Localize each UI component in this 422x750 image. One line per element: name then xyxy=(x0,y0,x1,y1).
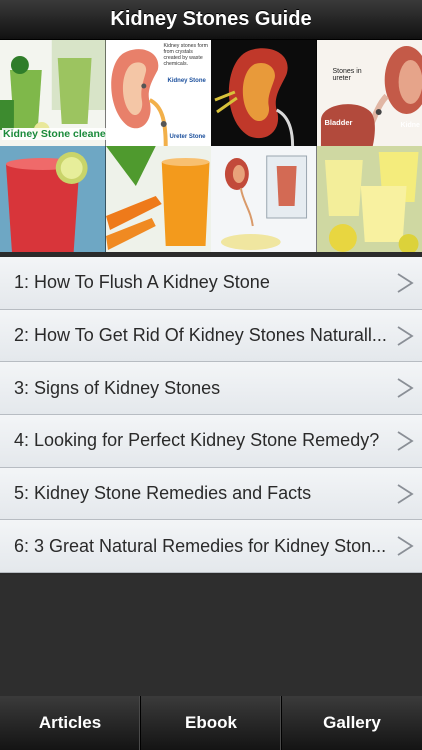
carrot-juice-image[interactable] xyxy=(105,146,211,252)
article-title: 3: Signs of Kidney Stones xyxy=(14,377,221,398)
article-title: 2: How To Get Rid Of Kidney Stones Natur… xyxy=(14,325,387,346)
kidney-stone-label: Kidney Stone xyxy=(167,78,206,84)
list-item[interactable]: 6: 3 Great Natural Remedies for Kidney S… xyxy=(0,520,422,574)
article-title: 6: 3 Great Natural Remedies for Kidney S… xyxy=(14,535,387,556)
article-title: 5: Kidney Stone Remedies and Facts xyxy=(14,483,312,504)
chevron-right-icon xyxy=(397,378,414,398)
urinary-system-image[interactable] xyxy=(211,146,317,252)
article-list: 1: How To Flush A Kidney Stone 2: How To… xyxy=(0,257,422,574)
kidney-note: Kidney stones form from crystals created… xyxy=(163,43,208,67)
stones-in-ureter-label: Stones in ureter xyxy=(332,68,362,82)
kidney-anatomy-image[interactable] xyxy=(211,40,317,146)
tab-gallery[interactable]: Gallery xyxy=(282,696,422,750)
list-item[interactable]: 3: Signs of Kidney Stones xyxy=(0,362,422,416)
nav-bar: Kidney Stones Guide xyxy=(0,0,422,40)
list-item[interactable]: 5: Kidney Stone Remedies and Facts xyxy=(0,467,422,521)
tab-articles[interactable]: Articles xyxy=(0,696,141,750)
lemonade-image[interactable] xyxy=(316,146,422,252)
kidney-diagram-image[interactable]: Kidney stones form from crystals created… xyxy=(105,40,211,146)
image-collage[interactable]: Kidney Stone cleaner Kidney stones form … xyxy=(0,40,422,252)
bladder-label: Bladder xyxy=(324,118,353,127)
chevron-right-icon xyxy=(397,325,414,346)
tile-caption: Kidney Stone cleaner xyxy=(2,128,106,140)
app-title: Kidney Stones Guide xyxy=(110,8,312,30)
red-juice-image[interactable] xyxy=(0,146,106,252)
green-juice-image[interactable]: Kidney Stone cleaner xyxy=(0,40,106,146)
list-item[interactable]: 2: How To Get Rid Of Kidney Stones Natur… xyxy=(0,309,422,363)
kidney-ureter-diagram-image[interactable]: Stones in ureter Bladder Kidne xyxy=(316,40,422,146)
chevron-right-icon xyxy=(397,273,414,293)
chevron-right-icon xyxy=(397,536,414,557)
list-item[interactable]: 4: Looking for Perfect Kidney Stone Reme… xyxy=(0,415,422,468)
article-title: 1: How To Flush A Kidney Stone xyxy=(14,272,270,293)
article-title: 4: Looking for Perfect Kidney Stone Reme… xyxy=(14,430,380,451)
kidney-label: Kidne xyxy=(400,122,420,129)
chevron-right-icon xyxy=(397,483,414,504)
list-item[interactable]: 1: How To Flush A Kidney Stone xyxy=(0,257,422,310)
ureter-stone-label: Ureter Stone xyxy=(169,134,206,140)
empty-area xyxy=(0,575,422,696)
chevron-right-icon xyxy=(397,431,414,451)
tab-bar: Articles Ebook Gallery xyxy=(0,696,422,750)
tab-ebook[interactable]: Ebook xyxy=(141,696,282,750)
